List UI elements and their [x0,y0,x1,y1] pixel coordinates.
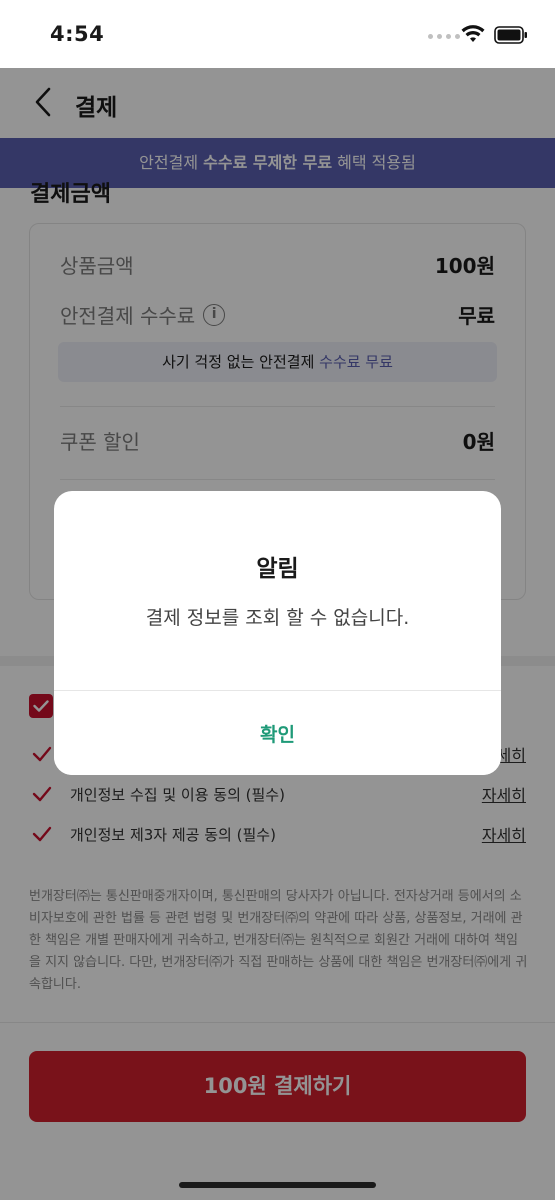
dialog-title: 알림 [256,556,299,582]
home-indicator[interactable] [179,1182,376,1188]
wifi-icon [461,25,485,42]
confirm-button[interactable]: 확인 [54,691,501,775]
alert-dialog: 알림 결제 정보를 조회 할 수 없습니다. 확인 [54,491,501,775]
signal-icon [428,34,460,39]
status-bar: 4:54 [0,0,555,68]
status-time: 4:54 [50,22,105,46]
battery-icon [494,26,527,44]
dialog-message: 결제 정보를 조회 할 수 없습니다. [145,607,410,629]
